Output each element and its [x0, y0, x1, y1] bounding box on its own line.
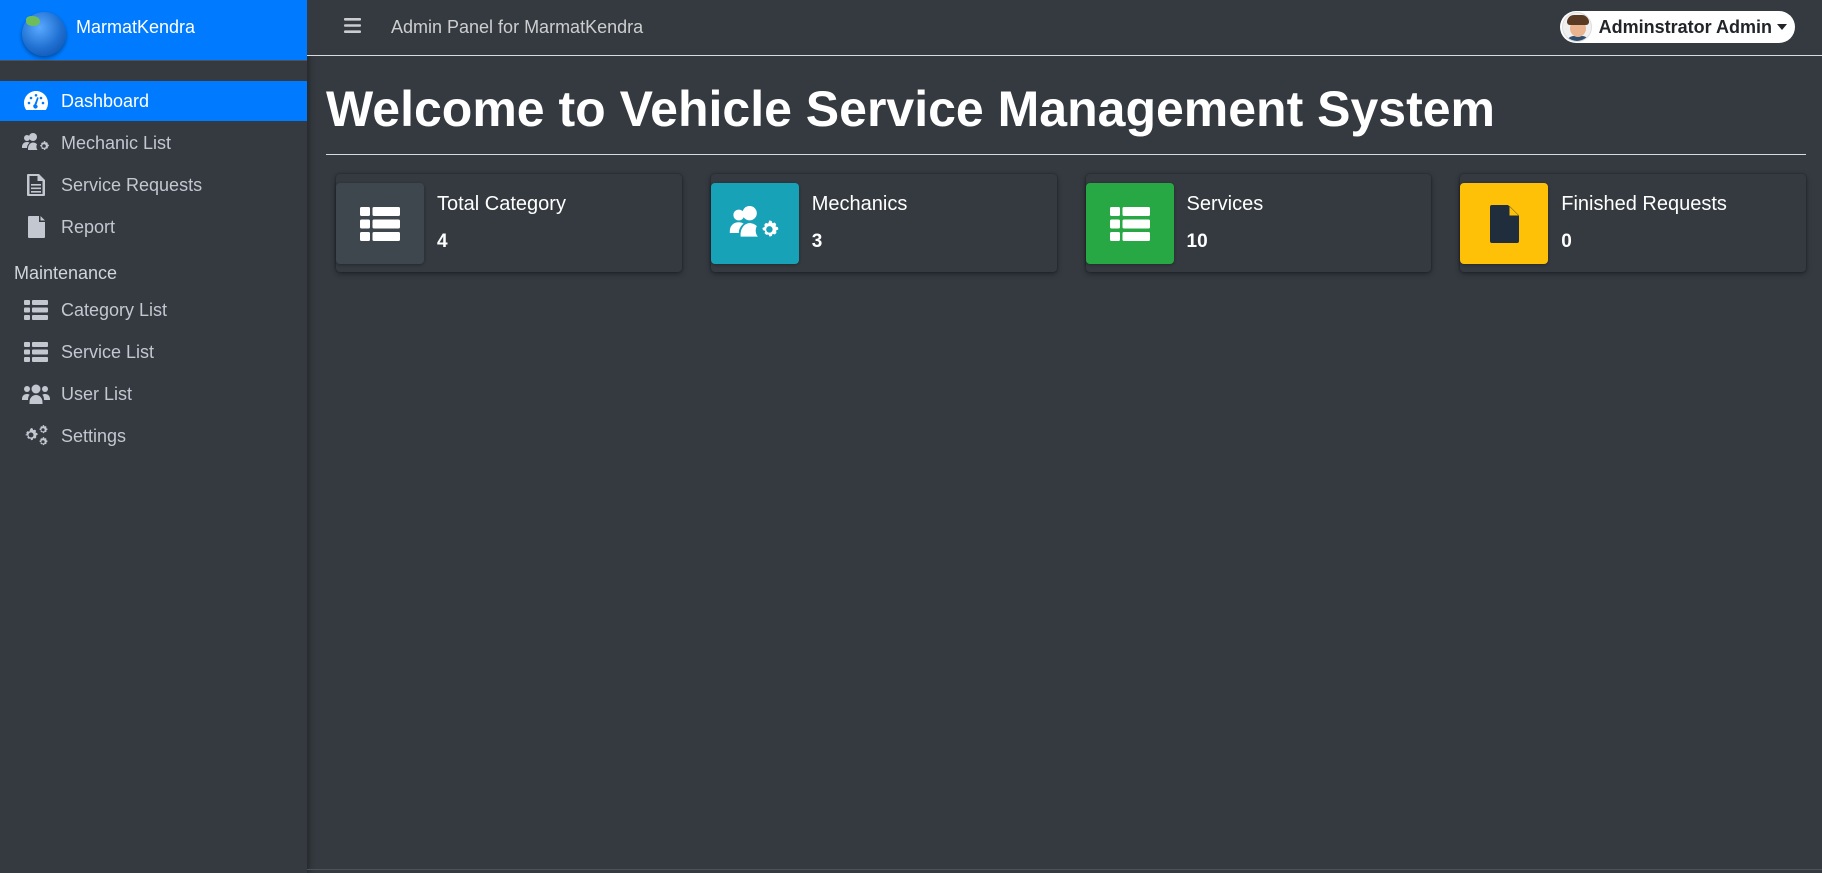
- info-box-value: 10: [1186, 231, 1208, 252]
- info-box-value: 4: [437, 231, 448, 252]
- user-menu-dropdown[interactable]: Adminstrator Admin: [1559, 11, 1795, 43]
- users-icon: [22, 382, 50, 406]
- cogs-icon: [22, 424, 50, 448]
- file-invoice-icon: [1460, 183, 1549, 264]
- sidebar-item-mechanic-list[interactable]: Mechanic List: [0, 123, 307, 163]
- sidebar-item-settings[interactable]: Settings: [0, 416, 307, 456]
- info-box-label: Total Category: [437, 193, 566, 215]
- sidebar-section-header: Maintenance: [14, 263, 118, 283]
- th-list-icon: [22, 298, 50, 322]
- sidebar-item-dashboard[interactable]: Dashboard: [0, 81, 307, 121]
- tachometer-icon: [22, 89, 50, 113]
- topbar-title: Admin Panel for MarmatKendra: [391, 17, 644, 37]
- info-box-mechanics: Mechanics 3: [710, 174, 1057, 272]
- sidebar-item-label: Mechanic List: [61, 132, 172, 153]
- brand-logo: [22, 12, 66, 56]
- info-box-value: 3: [811, 231, 823, 252]
- sidebar-nav: Dashboard Mechanic List Service Requests…: [0, 61, 307, 456]
- info-box-services: Services 10: [1085, 174, 1432, 272]
- footer-divider: [307, 869, 1822, 870]
- sidebar-item-category-list[interactable]: Category List: [0, 290, 307, 330]
- info-box-value: 0: [1561, 231, 1572, 252]
- sidebar-item-label: Service List: [61, 341, 155, 362]
- file-icon: [22, 215, 50, 239]
- main-content: Welcome to Vehicle Service Management Sy…: [326, 57, 1806, 873]
- th-list-icon: [336, 183, 424, 264]
- user-name: Adminstrator Admin: [1598, 16, 1772, 37]
- sidebar-item-report[interactable]: Report: [0, 207, 307, 247]
- th-list-icon: [1085, 183, 1174, 264]
- sidebar-item-label: User List: [61, 383, 133, 404]
- users-cog-icon: [22, 131, 50, 155]
- file-alt-icon: [22, 173, 50, 197]
- info-box-row: Total Category 4 Mechanics 3 Services 10: [326, 174, 1806, 272]
- info-box-finished-requests: Finished Requests 0: [1460, 174, 1806, 272]
- info-box-label: Finished Requests: [1561, 193, 1727, 215]
- menu-toggle-button[interactable]: [332, 8, 372, 48]
- bars-icon: [343, 17, 361, 38]
- info-box-label: Services: [1186, 193, 1264, 215]
- sidebar-item-service-requests[interactable]: Service Requests: [0, 165, 307, 205]
- caret-down-icon: [1777, 24, 1787, 30]
- page-title: Welcome to Vehicle Service Management Sy…: [326, 57, 1806, 155]
- brand-link[interactable]: MarmatKendra: [0, 0, 307, 61]
- avatar: [1561, 12, 1592, 42]
- brand-name: MarmatKendra: [76, 16, 196, 37]
- sidebar-item-label: Service Requests: [61, 174, 203, 195]
- top-navbar: Admin Panel for MarmatKendra Adminstrato…: [307, 0, 1822, 56]
- sidebar-item-label: Category List: [61, 299, 168, 320]
- info-box-total-category: Total Category 4: [336, 174, 682, 272]
- users-cog-icon: [710, 183, 799, 264]
- th-list-icon: [22, 340, 50, 364]
- sidebar-item-label: Report: [61, 216, 116, 237]
- sidebar-item-user-list[interactable]: User List: [0, 374, 307, 414]
- sidebar: MarmatKendra Dashboard Mechanic List Ser…: [0, 0, 307, 873]
- sidebar-item-label: Settings: [61, 425, 127, 446]
- sidebar-item-service-list[interactable]: Service List: [0, 332, 307, 372]
- sidebar-item-label: Dashboard: [61, 90, 150, 111]
- info-box-label: Mechanics: [811, 193, 908, 215]
